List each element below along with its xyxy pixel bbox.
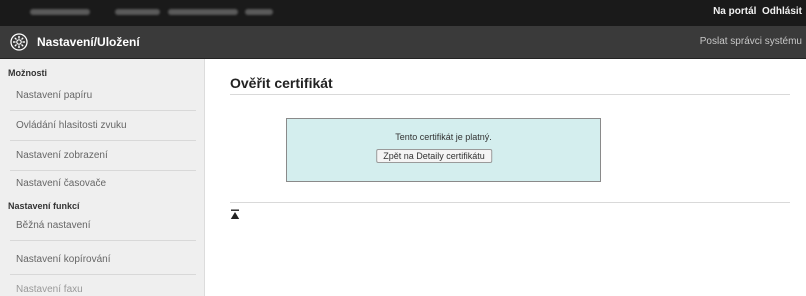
blurred-device-name bbox=[245, 9, 273, 15]
send-to-admin-link[interactable]: Poslat správci systému bbox=[700, 36, 802, 47]
sidebar-item-copy-settings[interactable]: Nastavení kopírování bbox=[16, 254, 111, 265]
gear-icon bbox=[10, 33, 28, 51]
sidebar-item-timer-settings[interactable]: Nastavení časovače bbox=[16, 178, 106, 189]
page-title: Ověřit certifikát bbox=[230, 75, 333, 91]
blurred-device-name bbox=[115, 9, 160, 15]
divider bbox=[10, 170, 196, 171]
title-divider bbox=[230, 94, 790, 95]
portal-link[interactable]: Na portál bbox=[713, 6, 756, 17]
logout-link[interactable]: Odhlásit bbox=[762, 6, 802, 17]
sidebar-item-paper-settings[interactable]: Nastavení papíru bbox=[16, 90, 92, 101]
divider bbox=[10, 274, 196, 275]
sidebar-section-function-settings: Nastavení funkcí bbox=[8, 201, 80, 211]
sidebar: Možnosti Nastavení papíru Ovládání hlasi… bbox=[0, 59, 205, 296]
sidebar-item-display-settings[interactable]: Nastavení zobrazení bbox=[16, 150, 108, 161]
scroll-top-icon[interactable] bbox=[230, 209, 240, 220]
divider bbox=[10, 110, 196, 111]
header-bar: Nastavení/Uložení Poslat správci systému bbox=[0, 26, 806, 59]
sidebar-item-fax-settings[interactable]: Nastavení faxu bbox=[16, 284, 83, 295]
content-divider bbox=[230, 202, 790, 203]
top-bar: Na portál Odhlásit bbox=[0, 0, 806, 26]
blurred-device-name bbox=[30, 9, 90, 15]
page-header-title: Nastavení/Uložení bbox=[37, 35, 140, 49]
sidebar-item-common-settings[interactable]: Běžná nastavení bbox=[16, 220, 91, 231]
verification-result-box: Tento certifikát je platný. Zpět na Deta… bbox=[286, 118, 601, 182]
sidebar-item-volume-control[interactable]: Ovládání hlasitosti zvuku bbox=[16, 120, 127, 131]
divider bbox=[10, 240, 196, 241]
top-links: Na portál Odhlásit bbox=[713, 6, 802, 17]
verification-message: Tento certifikát je platný. bbox=[395, 132, 492, 142]
back-to-certificate-details-button[interactable]: Zpět na Detaily certifikátu bbox=[376, 149, 492, 163]
divider bbox=[10, 140, 196, 141]
sidebar-section-options: Možnosti bbox=[8, 68, 47, 78]
blurred-device-name bbox=[168, 9, 238, 15]
